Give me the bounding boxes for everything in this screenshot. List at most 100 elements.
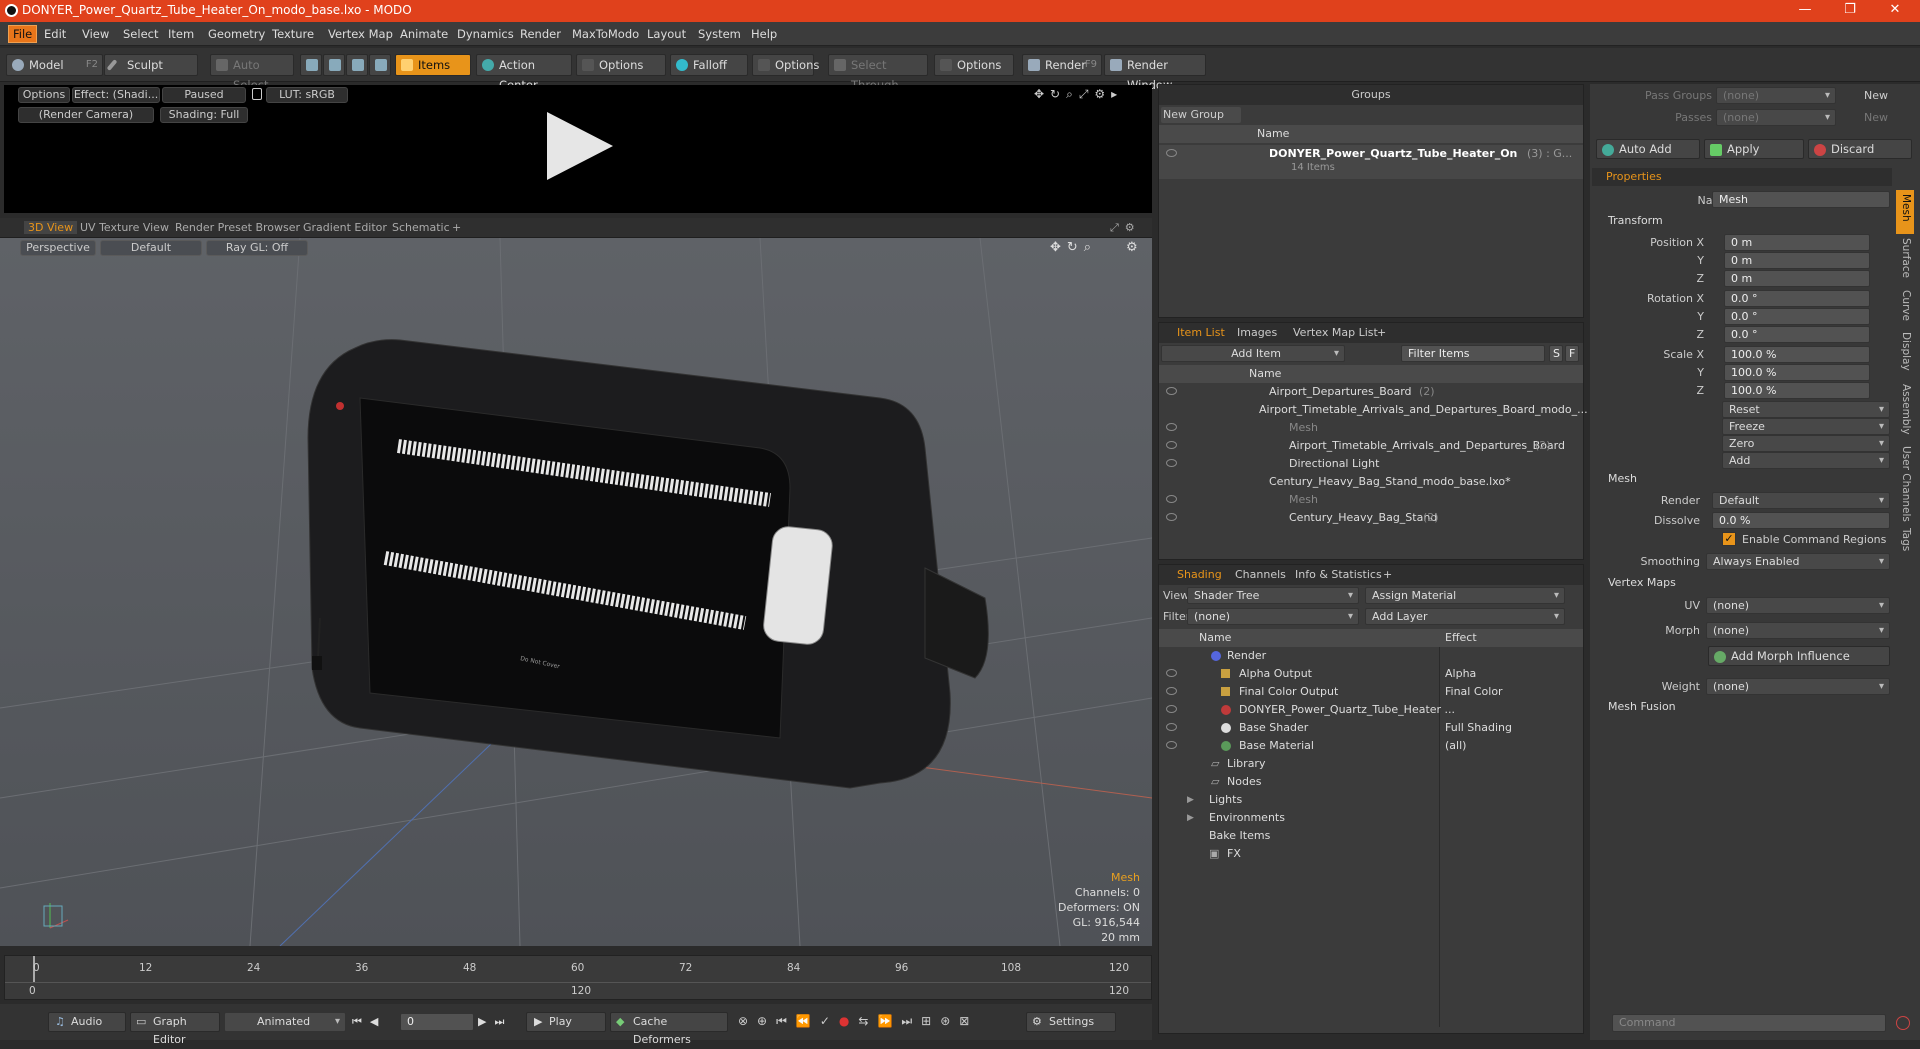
shader-tree-row[interactable]: Bake Items: [1159, 827, 1583, 845]
zero-dropdown[interactable]: Zero: [1722, 435, 1890, 452]
render-button[interactable]: Render F9: [1022, 54, 1102, 76]
shading-dropdown[interactable]: Shading: Full: [160, 107, 248, 123]
assign-material-dropdown[interactable]: Assign Material: [1365, 587, 1565, 604]
items-mode-button[interactable]: Items: [395, 54, 471, 76]
action-center-options-button[interactable]: Options: [576, 54, 666, 76]
side-tab-tags[interactable]: Tags: [1898, 528, 1912, 551]
viewport-nav-icons[interactable]: ✥↻⌕: [1050, 240, 1097, 255]
auto-add-button[interactable]: Auto Add: [1596, 139, 1700, 159]
menu-file[interactable]: File: [8, 25, 38, 43]
select-options-button[interactable]: Options: [934, 54, 1014, 76]
dissolve-field[interactable]: 0.0 %: [1712, 512, 1890, 529]
raygl-dropdown[interactable]: Ray GL: Off: [206, 240, 308, 256]
eye-icon[interactable]: [1166, 459, 1177, 467]
expand-arrow-icon[interactable]: ▶: [1187, 791, 1194, 809]
minimize-icon[interactable]: —: [1790, 2, 1820, 17]
tab-render-preset-browser[interactable]: Render Preset Browser: [175, 221, 300, 234]
graph-editor-button[interactable]: ▭ Graph Editor: [130, 1012, 220, 1046]
tab-schematic[interactable]: Schematic: [392, 221, 450, 234]
menu-edit[interactable]: Edit: [44, 27, 66, 41]
group-row[interactable]: DONYER_Power_Quartz_Tube_Heater_On (3) :…: [1159, 145, 1583, 179]
render-camera-dropdown[interactable]: (Render Camera): [18, 107, 154, 123]
lock-icon[interactable]: [252, 88, 262, 100]
default-style-dropdown[interactable]: Default: [100, 240, 202, 256]
scale-z-field[interactable]: 100.0 %: [1724, 382, 1870, 399]
eye-icon[interactable]: [1166, 723, 1177, 731]
select-through-button[interactable]: Select Through: [828, 54, 928, 92]
tab-vertex-map-list[interactable]: Vertex Map List: [1293, 323, 1378, 343]
tab-channels[interactable]: Channels: [1235, 565, 1286, 585]
menu-vertex-map[interactable]: Vertex Map: [328, 27, 393, 41]
reset-dropdown[interactable]: Reset: [1722, 401, 1890, 418]
materials-mode-button[interactable]: [369, 54, 391, 76]
list-item[interactable]: Mesh: [1159, 419, 1583, 437]
side-tab-assembly[interactable]: Assembly: [1898, 384, 1912, 435]
eye-icon[interactable]: [1166, 149, 1177, 157]
tab-info-statistics[interactable]: Info & Statistics: [1295, 565, 1382, 585]
shader-tree-row[interactable]: ▶ Lights: [1159, 791, 1583, 809]
view-dropdown[interactable]: Shader Tree: [1187, 587, 1359, 604]
falloff-options-button[interactable]: Options: [752, 54, 819, 76]
add-item-dropdown[interactable]: Add Item: [1161, 345, 1345, 362]
action-center-button[interactable]: Action Center: [476, 54, 572, 92]
perspective-dropdown[interactable]: Perspective: [20, 240, 96, 256]
side-tab-mesh[interactable]: Mesh: [1898, 194, 1912, 222]
viewport-settings-icon[interactable]: ⚙: [1126, 240, 1138, 255]
scale-x-field[interactable]: 100.0 %: [1724, 346, 1870, 363]
frame-input[interactable]: 0: [400, 1013, 474, 1031]
eye-icon[interactable]: [1166, 741, 1177, 749]
edges-mode-button[interactable]: [323, 54, 345, 76]
eye-icon[interactable]: [1166, 423, 1177, 431]
shader-tree-row[interactable]: DONYER_Power_Quartz_Tube_Heater ...: [1159, 701, 1583, 719]
menu-layout[interactable]: Layout: [647, 27, 686, 41]
position-z-field[interactable]: 0 m: [1724, 270, 1870, 287]
menu-view[interactable]: View: [82, 27, 109, 41]
list-item[interactable]: Airport_Timetable_Arrivals_and_Departure…: [1159, 437, 1583, 455]
tab-3d-view[interactable]: 3D View: [24, 221, 78, 234]
list-item[interactable]: Century_Heavy_Bag_Stand (2): [1159, 509, 1583, 527]
filter-dropdown[interactable]: (none): [1187, 608, 1359, 625]
pass-groups-dropdown[interactable]: (none): [1716, 87, 1836, 104]
list-item[interactable]: Mesh: [1159, 491, 1583, 509]
add-morph-influence-button[interactable]: Add Morph Influence: [1708, 646, 1890, 666]
heater-model[interactable]: [307, 339, 989, 789]
polygons-mode-button[interactable]: [346, 54, 368, 76]
mesh-section[interactable]: Mesh: [1608, 472, 1637, 485]
add-tab-button[interactable]: +: [1377, 323, 1386, 343]
menu-system[interactable]: System: [698, 27, 741, 41]
shader-tree-row[interactable]: Alpha Output Alpha: [1159, 665, 1583, 683]
key-tools-icons[interactable]: ⊗⊕⏮⏪✓●⇆⏩⏭⊞⊛⊠: [738, 1014, 978, 1029]
menu-maxtomodo[interactable]: MaxToModo: [572, 27, 639, 41]
filter-s-button[interactable]: S: [1549, 345, 1563, 362]
close-icon[interactable]: ✕: [1880, 2, 1910, 17]
eye-icon[interactable]: [1166, 495, 1177, 503]
transform-section[interactable]: Transform: [1608, 214, 1663, 227]
add-layer-dropdown[interactable]: Add Layer: [1365, 608, 1565, 625]
menu-help[interactable]: Help: [751, 27, 777, 41]
new-group-button[interactable]: New Group: [1161, 107, 1241, 123]
menu-item[interactable]: Item: [168, 27, 194, 41]
preview-paused-button[interactable]: Paused: [162, 87, 246, 103]
cache-deformers-button[interactable]: ◆ Cache Deformers: [610, 1012, 728, 1046]
menu-texture[interactable]: Texture: [272, 27, 314, 41]
eye-icon[interactable]: [1166, 687, 1177, 695]
play-icon[interactable]: [547, 112, 613, 180]
position-x-field[interactable]: 0 m: [1724, 234, 1870, 251]
position-y-field[interactable]: 0 m: [1724, 252, 1870, 269]
shader-tree-row[interactable]: ▶ Environments: [1159, 809, 1583, 827]
tab-images[interactable]: Images: [1237, 323, 1277, 343]
scale-y-field[interactable]: 100.0 %: [1724, 364, 1870, 381]
shader-tree-row[interactable]: ▱ Nodes: [1159, 773, 1583, 791]
list-item[interactable]: Directional Light: [1159, 455, 1583, 473]
tab-gradient-editor[interactable]: Gradient Editor: [303, 221, 387, 234]
rotation-y-field[interactable]: 0.0 °: [1724, 308, 1870, 325]
filter-items-input[interactable]: Filter Items: [1401, 345, 1545, 362]
list-item[interactable]: Airport_Timetable_Arrivals_and_Departure…: [1159, 401, 1588, 419]
preview-nav-icons[interactable]: ✥↻⌕⤢⚙▸: [1034, 87, 1123, 102]
command-history-icon[interactable]: [1896, 1016, 1910, 1030]
expand-icon[interactable]: ⤢⚙: [1110, 221, 1141, 235]
expand-arrow-icon[interactable]: ▶: [1187, 809, 1194, 827]
shader-tree-row[interactable]: ▱ Library: [1159, 755, 1583, 773]
apply-button[interactable]: Apply: [1704, 139, 1804, 159]
morph-dropdown[interactable]: (none): [1706, 622, 1890, 639]
